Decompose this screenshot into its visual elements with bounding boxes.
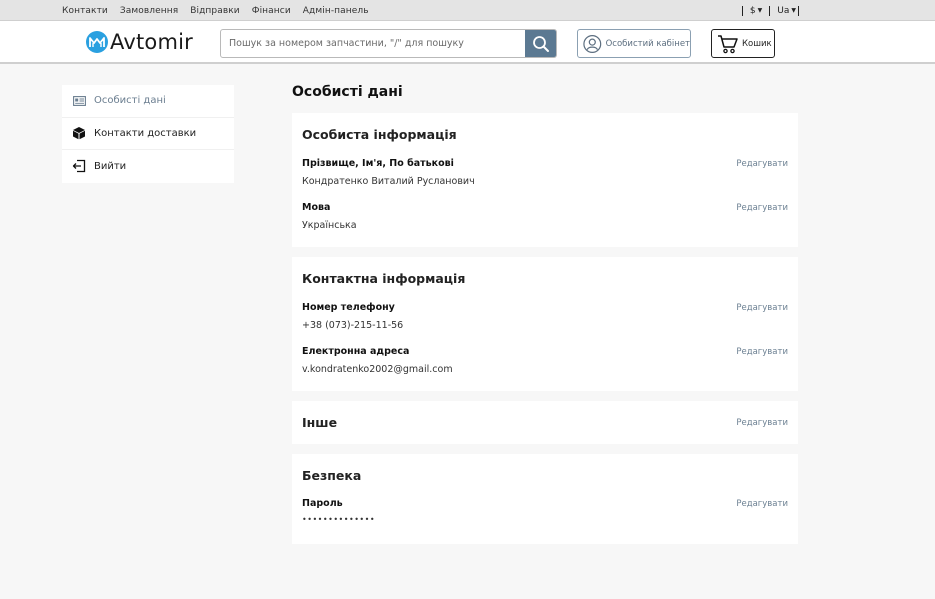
personal-cabinet-label: Особистий кабінет — [605, 38, 690, 49]
card-title: Контактна інформація — [302, 271, 466, 286]
sidebar-item-delivery-contacts[interactable]: Контакти доставки — [62, 118, 234, 150]
top-nav-shipments[interactable]: Відправки — [190, 6, 240, 16]
phone-label: Номер телефону — [302, 302, 395, 313]
contact-info-card: Контактна інформація Номер телефону Реда… — [292, 257, 798, 391]
logo-mark-icon — [86, 31, 108, 53]
logo[interactable]: Avtomir — [86, 31, 193, 53]
logout-icon — [72, 159, 86, 173]
email-value: v.kondratenko2002@gmail.com — [302, 364, 453, 375]
top-nav-admin[interactable]: Адмін-панель — [303, 6, 369, 16]
card-title: Інше — [302, 415, 338, 430]
sidebar-item-label: Вийти — [94, 160, 127, 172]
personal-info-card: Особиста інформація Прізвище, Ім'я, По б… — [292, 113, 798, 247]
caret-down-icon: ▼ — [757, 7, 763, 14]
search-icon — [532, 35, 549, 52]
top-nav-orders[interactable]: Замовлення — [120, 6, 178, 16]
edit-phone-link[interactable]: Редагувати — [736, 303, 788, 313]
search-box — [220, 29, 557, 58]
sidebar-item-personal-data[interactable]: Особисті дані — [62, 85, 234, 118]
caret-down-icon: ▼ — [791, 7, 796, 14]
full-name-label: Прізвище, Ім'я, По батькові — [302, 158, 454, 169]
edit-full-name-link[interactable]: Редагувати — [736, 159, 788, 169]
currency-value: $ — [749, 5, 756, 16]
edit-other-link[interactable]: Редагувати — [736, 418, 788, 428]
phone-value: +38 (073)-215-11-56 — [302, 320, 404, 331]
cart-label: Кошик — [742, 38, 772, 49]
id-card-icon — [72, 94, 86, 108]
cart-button[interactable]: Кошик — [711, 29, 775, 58]
user-icon — [583, 34, 602, 53]
language-label: Мова — [302, 202, 331, 213]
edit-language-link[interactable]: Редагувати — [736, 203, 788, 213]
password-value: •••••••••••••• — [302, 515, 376, 524]
divider — [769, 5, 771, 16]
top-nav: Контакти Замовлення Відправки Фінанси Ад… — [62, 0, 381, 21]
search-input[interactable] — [221, 30, 527, 57]
account-sidebar: Особисті дані Контакти доставки Вийти — [62, 85, 234, 183]
language-select[interactable]: Ua ▼ — [777, 6, 796, 16]
full-name-value: Кондратенко Виталий Русланович — [302, 176, 475, 187]
cart-icon — [718, 34, 738, 53]
edit-password-link[interactable]: Редагувати — [736, 499, 788, 509]
top-bar: Контакти Замовлення Відправки Фінанси Ад… — [0, 0, 935, 21]
top-nav-finance[interactable]: Фінанси — [252, 6, 291, 16]
email-label: Електронна адреса — [302, 346, 410, 357]
box-icon — [72, 126, 86, 140]
divider — [798, 5, 799, 16]
password-label: Пароль — [302, 498, 343, 509]
other-card: Інше Редагувати — [292, 401, 798, 444]
divider — [741, 5, 743, 16]
sidebar-item-label: Особисті дані — [94, 95, 166, 107]
security-card: Безпека Пароль Редагувати •••••••••••••• — [292, 454, 798, 544]
sidebar-item-logout[interactable]: Вийти — [62, 150, 234, 183]
language-value: Українська — [302, 220, 357, 231]
card-title: Особиста інформація — [302, 127, 457, 142]
page-title: Особисті дані — [292, 84, 403, 100]
sidebar-item-label: Контакти доставки — [94, 127, 197, 139]
top-nav-contacts[interactable]: Контакти — [62, 6, 108, 16]
edit-email-link[interactable]: Редагувати — [736, 347, 788, 357]
header: Avtomir Особистий кабінет Кошик — [0, 21, 935, 64]
card-title: Безпека — [302, 468, 362, 483]
currency-select[interactable]: $ ▼ — [750, 6, 762, 16]
top-right-controls: $ ▼ Ua ▼ — [735, 0, 799, 21]
logo-text: Avtomir — [110, 30, 193, 54]
language-value: Ua — [777, 5, 790, 16]
search-button[interactable] — [525, 30, 556, 57]
personal-cabinet-button[interactable]: Особистий кабінет — [577, 29, 691, 58]
